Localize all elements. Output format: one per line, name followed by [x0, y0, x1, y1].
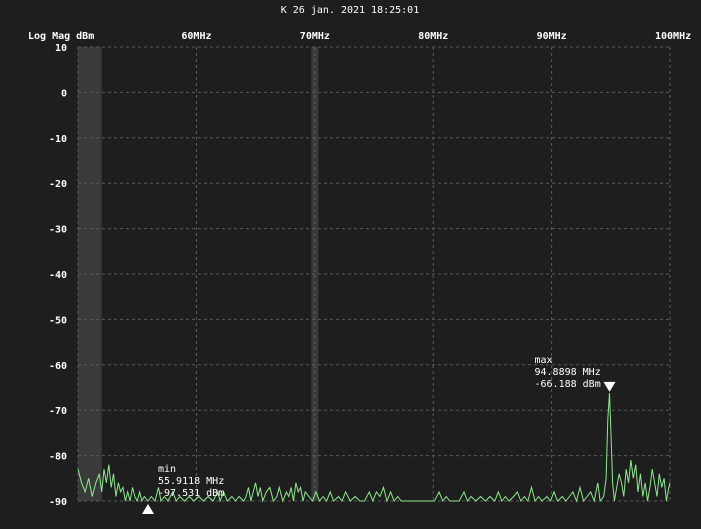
marker-min-label: 55.9118 MHz	[158, 476, 224, 487]
marker-max-triangle	[603, 381, 616, 392]
y-tick-label: -30	[49, 225, 67, 236]
markers: min55.9118 MHz-97.531 dBm max94.8898 MHz-…	[141, 355, 616, 514]
y-tick-label: 0	[61, 88, 67, 99]
y-tick-label: -90	[49, 497, 67, 508]
spectrum-chart: K 26 jan. 2021 18:25:01 Log Mag dBm 60MH…	[28, 5, 691, 514]
y-tick-label: -20	[49, 179, 67, 190]
y-tick-label: -70	[49, 406, 67, 417]
marker-max-label: -66.188 dBm	[534, 379, 600, 390]
x-tick-label: 60MHz	[181, 31, 211, 42]
grid-lines	[77, 46, 671, 502]
marker-min-label: -97.531 dBm	[158, 488, 224, 499]
y-tick-labels: 10 0 -10 -20 -30 -40 -50 -60 -70 -80 -90	[49, 43, 67, 508]
marker-min-label: min	[158, 464, 176, 475]
timestamp-label: K 26 jan. 2021 18:25:01	[281, 5, 419, 16]
x-tick-label: 90MHz	[537, 31, 567, 42]
y-tick-label: -50	[49, 315, 67, 326]
y-tick-label: -60	[49, 361, 67, 372]
y-tick-label: -40	[49, 270, 67, 281]
x-tick-labels: 60MHz 70MHz 80MHz 90MHz 100MHz	[181, 31, 691, 42]
y-axis-label: Log Mag dBm	[28, 31, 94, 42]
y-tick-label: 10	[55, 43, 67, 54]
marker-max-label: 94.8898 MHz	[534, 367, 600, 378]
x-tick-label: 80MHz	[418, 31, 448, 42]
y-tick-label: -80	[49, 452, 67, 463]
marker-min-triangle	[141, 504, 154, 514]
x-tick-label: 100MHz	[655, 31, 691, 42]
y-tick-label: -10	[49, 134, 67, 145]
x-tick-label: 70MHz	[300, 31, 330, 42]
marker-max-label: max	[534, 355, 552, 366]
